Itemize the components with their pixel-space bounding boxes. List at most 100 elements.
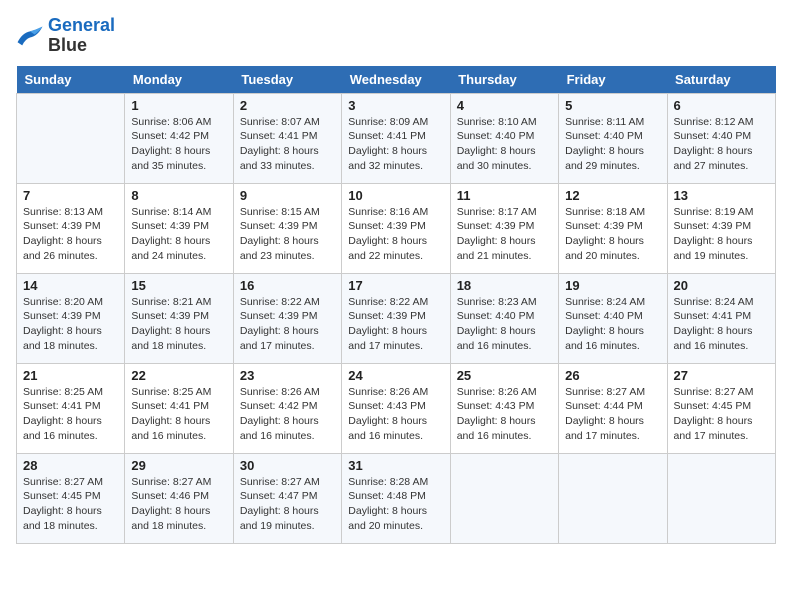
logo: GeneralBlue <box>16 16 115 56</box>
sunrise: Sunrise: 8:27 AM <box>240 476 320 488</box>
logo-text: GeneralBlue <box>48 16 115 56</box>
daylight: Daylight: 8 hours and 17 minutes. <box>674 415 753 442</box>
calendar-cell: 9 Sunrise: 8:15 AM Sunset: 4:39 PM Dayli… <box>233 183 341 273</box>
calendar-cell <box>17 93 125 183</box>
daylight: Daylight: 8 hours and 17 minutes. <box>348 325 427 352</box>
sunset: Sunset: 4:39 PM <box>674 220 752 232</box>
calendar-cell: 13 Sunrise: 8:19 AM Sunset: 4:39 PM Dayl… <box>667 183 775 273</box>
sunset: Sunset: 4:41 PM <box>23 400 101 412</box>
calendar-cell: 15 Sunrise: 8:21 AM Sunset: 4:39 PM Dayl… <box>125 273 233 363</box>
daylight: Daylight: 8 hours and 18 minutes. <box>131 505 210 532</box>
day-info: Sunrise: 8:24 AM Sunset: 4:41 PM Dayligh… <box>674 295 769 354</box>
daylight: Daylight: 8 hours and 24 minutes. <box>131 235 210 262</box>
daylight: Daylight: 8 hours and 17 minutes. <box>240 325 319 352</box>
sunrise: Sunrise: 8:27 AM <box>674 386 754 398</box>
day-number: 22 <box>131 368 226 383</box>
calendar-cell: 14 Sunrise: 8:20 AM Sunset: 4:39 PM Dayl… <box>17 273 125 363</box>
sunset: Sunset: 4:39 PM <box>457 220 535 232</box>
day-number: 31 <box>348 458 443 473</box>
sunrise: Sunrise: 8:15 AM <box>240 206 320 218</box>
sunset: Sunset: 4:48 PM <box>348 490 426 502</box>
daylight: Daylight: 8 hours and 16 minutes. <box>131 415 210 442</box>
weekday-header-wednesday: Wednesday <box>342 66 450 94</box>
sunrise: Sunrise: 8:09 AM <box>348 116 428 128</box>
day-info: Sunrise: 8:20 AM Sunset: 4:39 PM Dayligh… <box>23 295 118 354</box>
calendar-cell <box>667 453 775 543</box>
sunset: Sunset: 4:41 PM <box>348 130 426 142</box>
calendar-cell: 4 Sunrise: 8:10 AM Sunset: 4:40 PM Dayli… <box>450 93 558 183</box>
daylight: Daylight: 8 hours and 18 minutes. <box>131 325 210 352</box>
sunrise: Sunrise: 8:21 AM <box>131 296 211 308</box>
day-info: Sunrise: 8:18 AM Sunset: 4:39 PM Dayligh… <box>565 205 660 264</box>
day-number: 27 <box>674 368 769 383</box>
day-number: 21 <box>23 368 118 383</box>
day-number: 12 <box>565 188 660 203</box>
day-number: 25 <box>457 368 552 383</box>
sunset: Sunset: 4:42 PM <box>240 400 318 412</box>
day-number: 16 <box>240 278 335 293</box>
sunset: Sunset: 4:41 PM <box>240 130 318 142</box>
calendar-cell: 27 Sunrise: 8:27 AM Sunset: 4:45 PM Dayl… <box>667 363 775 453</box>
sunset: Sunset: 4:40 PM <box>457 310 535 322</box>
sunrise: Sunrise: 8:22 AM <box>240 296 320 308</box>
day-info: Sunrise: 8:21 AM Sunset: 4:39 PM Dayligh… <box>131 295 226 354</box>
daylight: Daylight: 8 hours and 17 minutes. <box>565 415 644 442</box>
day-info: Sunrise: 8:07 AM Sunset: 4:41 PM Dayligh… <box>240 115 335 174</box>
daylight: Daylight: 8 hours and 16 minutes. <box>240 415 319 442</box>
day-info: Sunrise: 8:10 AM Sunset: 4:40 PM Dayligh… <box>457 115 552 174</box>
day-number: 15 <box>131 278 226 293</box>
day-number: 20 <box>674 278 769 293</box>
calendar-cell: 2 Sunrise: 8:07 AM Sunset: 4:41 PM Dayli… <box>233 93 341 183</box>
calendar-cell: 10 Sunrise: 8:16 AM Sunset: 4:39 PM Dayl… <box>342 183 450 273</box>
day-info: Sunrise: 8:24 AM Sunset: 4:40 PM Dayligh… <box>565 295 660 354</box>
daylight: Daylight: 8 hours and 33 minutes. <box>240 145 319 172</box>
calendar-cell: 11 Sunrise: 8:17 AM Sunset: 4:39 PM Dayl… <box>450 183 558 273</box>
sunrise: Sunrise: 8:18 AM <box>565 206 645 218</box>
calendar-week-2: 7 Sunrise: 8:13 AM Sunset: 4:39 PM Dayli… <box>17 183 776 273</box>
day-info: Sunrise: 8:22 AM Sunset: 4:39 PM Dayligh… <box>240 295 335 354</box>
day-info: Sunrise: 8:25 AM Sunset: 4:41 PM Dayligh… <box>23 385 118 444</box>
sunset: Sunset: 4:39 PM <box>240 220 318 232</box>
sunset: Sunset: 4:40 PM <box>565 130 643 142</box>
day-info: Sunrise: 8:27 AM Sunset: 4:44 PM Dayligh… <box>565 385 660 444</box>
sunrise: Sunrise: 8:12 AM <box>674 116 754 128</box>
daylight: Daylight: 8 hours and 20 minutes. <box>565 235 644 262</box>
sunset: Sunset: 4:40 PM <box>674 130 752 142</box>
sunset: Sunset: 4:46 PM <box>131 490 209 502</box>
sunrise: Sunrise: 8:14 AM <box>131 206 211 218</box>
calendar-cell <box>450 453 558 543</box>
sunrise: Sunrise: 8:06 AM <box>131 116 211 128</box>
daylight: Daylight: 8 hours and 16 minutes. <box>674 325 753 352</box>
sunset: Sunset: 4:39 PM <box>131 220 209 232</box>
sunset: Sunset: 4:40 PM <box>565 310 643 322</box>
day-info: Sunrise: 8:06 AM Sunset: 4:42 PM Dayligh… <box>131 115 226 174</box>
sunrise: Sunrise: 8:26 AM <box>240 386 320 398</box>
calendar-cell: 16 Sunrise: 8:22 AM Sunset: 4:39 PM Dayl… <box>233 273 341 363</box>
sunrise: Sunrise: 8:25 AM <box>131 386 211 398</box>
sunset: Sunset: 4:39 PM <box>23 220 101 232</box>
weekday-header-saturday: Saturday <box>667 66 775 94</box>
calendar-cell: 24 Sunrise: 8:26 AM Sunset: 4:43 PM Dayl… <box>342 363 450 453</box>
day-info: Sunrise: 8:11 AM Sunset: 4:40 PM Dayligh… <box>565 115 660 174</box>
calendar-cell: 22 Sunrise: 8:25 AM Sunset: 4:41 PM Dayl… <box>125 363 233 453</box>
sunset: Sunset: 4:39 PM <box>23 310 101 322</box>
sunset: Sunset: 4:45 PM <box>674 400 752 412</box>
day-number: 17 <box>348 278 443 293</box>
calendar-body: 1 Sunrise: 8:06 AM Sunset: 4:42 PM Dayli… <box>17 93 776 543</box>
day-number: 10 <box>348 188 443 203</box>
day-number: 13 <box>674 188 769 203</box>
sunset: Sunset: 4:42 PM <box>131 130 209 142</box>
calendar-cell: 5 Sunrise: 8:11 AM Sunset: 4:40 PM Dayli… <box>559 93 667 183</box>
sunset: Sunset: 4:44 PM <box>565 400 643 412</box>
daylight: Daylight: 8 hours and 32 minutes. <box>348 145 427 172</box>
logo-icon <box>16 25 44 47</box>
sunset: Sunset: 4:39 PM <box>348 220 426 232</box>
day-info: Sunrise: 8:27 AM Sunset: 4:45 PM Dayligh… <box>674 385 769 444</box>
day-info: Sunrise: 8:15 AM Sunset: 4:39 PM Dayligh… <box>240 205 335 264</box>
sunrise: Sunrise: 8:24 AM <box>565 296 645 308</box>
sunrise: Sunrise: 8:26 AM <box>348 386 428 398</box>
daylight: Daylight: 8 hours and 16 minutes. <box>23 415 102 442</box>
daylight: Daylight: 8 hours and 16 minutes. <box>457 325 536 352</box>
sunset: Sunset: 4:39 PM <box>565 220 643 232</box>
calendar-cell: 7 Sunrise: 8:13 AM Sunset: 4:39 PM Dayli… <box>17 183 125 273</box>
